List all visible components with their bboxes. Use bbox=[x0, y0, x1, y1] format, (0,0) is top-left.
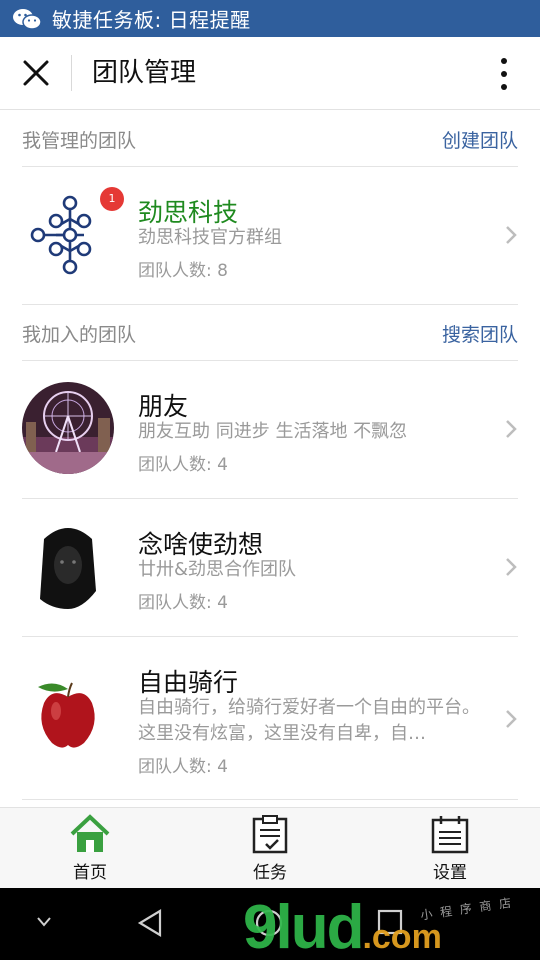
team-member-count: 团队人数: 8 bbox=[138, 261, 228, 281]
watermark: 9lud.com bbox=[243, 892, 442, 963]
team-name: 自由骑行 bbox=[138, 668, 239, 697]
apple-photo-icon bbox=[22, 667, 114, 759]
chevron-right-icon bbox=[506, 558, 517, 576]
tab-label: 设置 bbox=[433, 863, 467, 883]
chevron-right-icon bbox=[506, 710, 517, 728]
team-description: 自由骑行，给骑行爱好者一个自由的平台。这里没有炫富，这里没有自卑，自… bbox=[138, 697, 480, 744]
team-row-free-riding[interactable]: 自由骑行 自由骑行，给骑行爱好者一个自由的平台。这里没有炫富，这里没有自卑，自…… bbox=[22, 637, 518, 800]
portrait-photo-icon bbox=[22, 521, 114, 613]
team-member-count: 团队人数: 4 bbox=[138, 593, 228, 613]
team-avatar bbox=[22, 521, 114, 613]
ferris-wheel-photo-icon bbox=[22, 382, 114, 474]
team-avatar bbox=[22, 667, 114, 759]
page-title: 团队管理 bbox=[92, 58, 197, 88]
team-name: 劲思科技 bbox=[138, 198, 239, 227]
team-row-nianshashijinxiang[interactable]: 念啥使劲想 廿卅&劲思合作团队 团队人数: 4 bbox=[22, 499, 518, 637]
team-member-count: 团队人数: 4 bbox=[138, 455, 228, 475]
watermark-main: 9lud bbox=[243, 893, 364, 962]
team-row-jinsi[interactable]: 1 劲思科技 劲思科技官方群组 团队人数: 8 bbox=[22, 167, 518, 305]
team-description: 廿卅&劲思合作团队 bbox=[138, 559, 297, 580]
app-title: 敏捷任务板: 日程提醒 bbox=[52, 8, 251, 32]
joined-section-header: 我加入的团队 搜索团队 bbox=[22, 306, 518, 361]
close-icon[interactable] bbox=[22, 59, 50, 87]
team-description: 朋友互助 同进步 生活落地 不飘忽 bbox=[138, 421, 408, 442]
chevron-down-icon[interactable] bbox=[36, 916, 52, 928]
chevron-right-icon bbox=[506, 226, 517, 244]
back-icon[interactable] bbox=[136, 908, 164, 938]
team-avatar bbox=[22, 382, 114, 474]
team-row-friends[interactable]: 朋友 朋友互助 同进步 生活落地 不飘忽 团队人数: 4 bbox=[22, 361, 518, 499]
tab-tasks[interactable]: 任务 bbox=[210, 814, 330, 886]
team-member-count: 团队人数: 4 bbox=[138, 757, 228, 777]
joined-section-label: 我加入的团队 bbox=[22, 324, 137, 346]
team-description: 劲思科技官方群组 bbox=[138, 227, 282, 248]
status-bar: 敏捷任务板: 日程提醒 bbox=[0, 0, 540, 37]
bottom-tab-bar: 首页 任务 设置 bbox=[0, 807, 540, 889]
tab-settings[interactable]: 设置 bbox=[390, 814, 510, 886]
divider bbox=[71, 55, 72, 91]
search-team-link[interactable]: 搜索团队 bbox=[442, 320, 518, 347]
watermark-suffix: .com bbox=[362, 918, 442, 956]
calendar-icon bbox=[431, 816, 469, 854]
chevron-right-icon bbox=[506, 420, 517, 438]
team-name: 朋友 bbox=[138, 392, 189, 421]
tab-label: 首页 bbox=[73, 863, 107, 883]
tab-home[interactable]: 首页 bbox=[30, 814, 150, 886]
managed-section-header: 我管理的团队 创建团队 bbox=[22, 112, 518, 167]
managed-section-label: 我管理的团队 bbox=[22, 130, 137, 152]
clipboard-icon bbox=[252, 815, 288, 854]
more-menu-icon[interactable] bbox=[496, 57, 512, 91]
title-bar: 团队管理 bbox=[0, 37, 540, 110]
tab-label: 任务 bbox=[253, 863, 287, 883]
create-team-link[interactable]: 创建团队 bbox=[442, 126, 518, 153]
team-name: 念啥使劲想 bbox=[138, 530, 264, 559]
team-list: 我管理的团队 创建团队 1 劲思科技 劲思科技官方群组 团队人数: 8 我加入的… bbox=[0, 110, 540, 807]
unread-badge: 1 bbox=[100, 187, 124, 211]
wechat-icon bbox=[13, 8, 42, 30]
home-icon bbox=[70, 814, 110, 852]
